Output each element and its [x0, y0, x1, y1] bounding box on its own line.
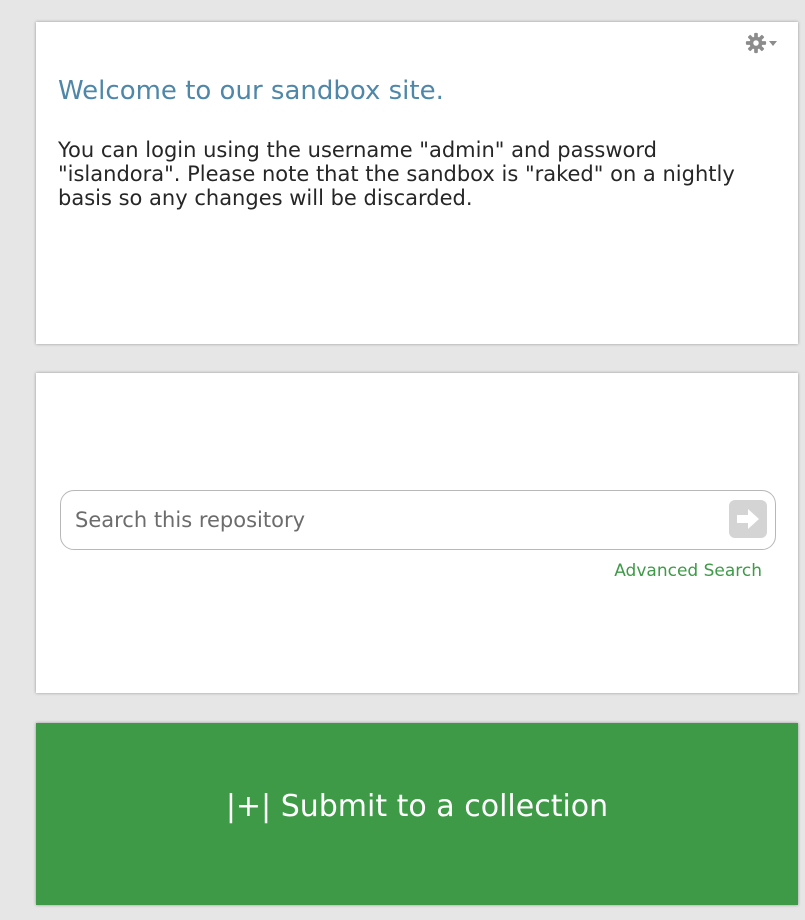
caret-down-icon	[769, 41, 777, 46]
welcome-block: Welcome to our sandbox site. You can log…	[36, 22, 798, 344]
advanced-search-link[interactable]: Advanced Search	[614, 561, 762, 581]
search-form	[60, 490, 776, 550]
search-block: Advanced Search	[36, 373, 798, 693]
search-input[interactable]	[75, 503, 695, 537]
submit-to-collection-button[interactable]: |+| Submit to a collection	[36, 723, 798, 905]
gear-icon	[745, 32, 767, 54]
welcome-title: Welcome to our sandbox site.	[58, 76, 444, 106]
submit-to-collection-label: |+| Submit to a collection	[225, 789, 609, 824]
welcome-message: You can login using the username "admin"…	[58, 138, 735, 210]
block-config-menu[interactable]	[745, 32, 778, 54]
arrow-right-icon	[737, 509, 759, 529]
search-submit-button[interactable]	[729, 500, 767, 538]
